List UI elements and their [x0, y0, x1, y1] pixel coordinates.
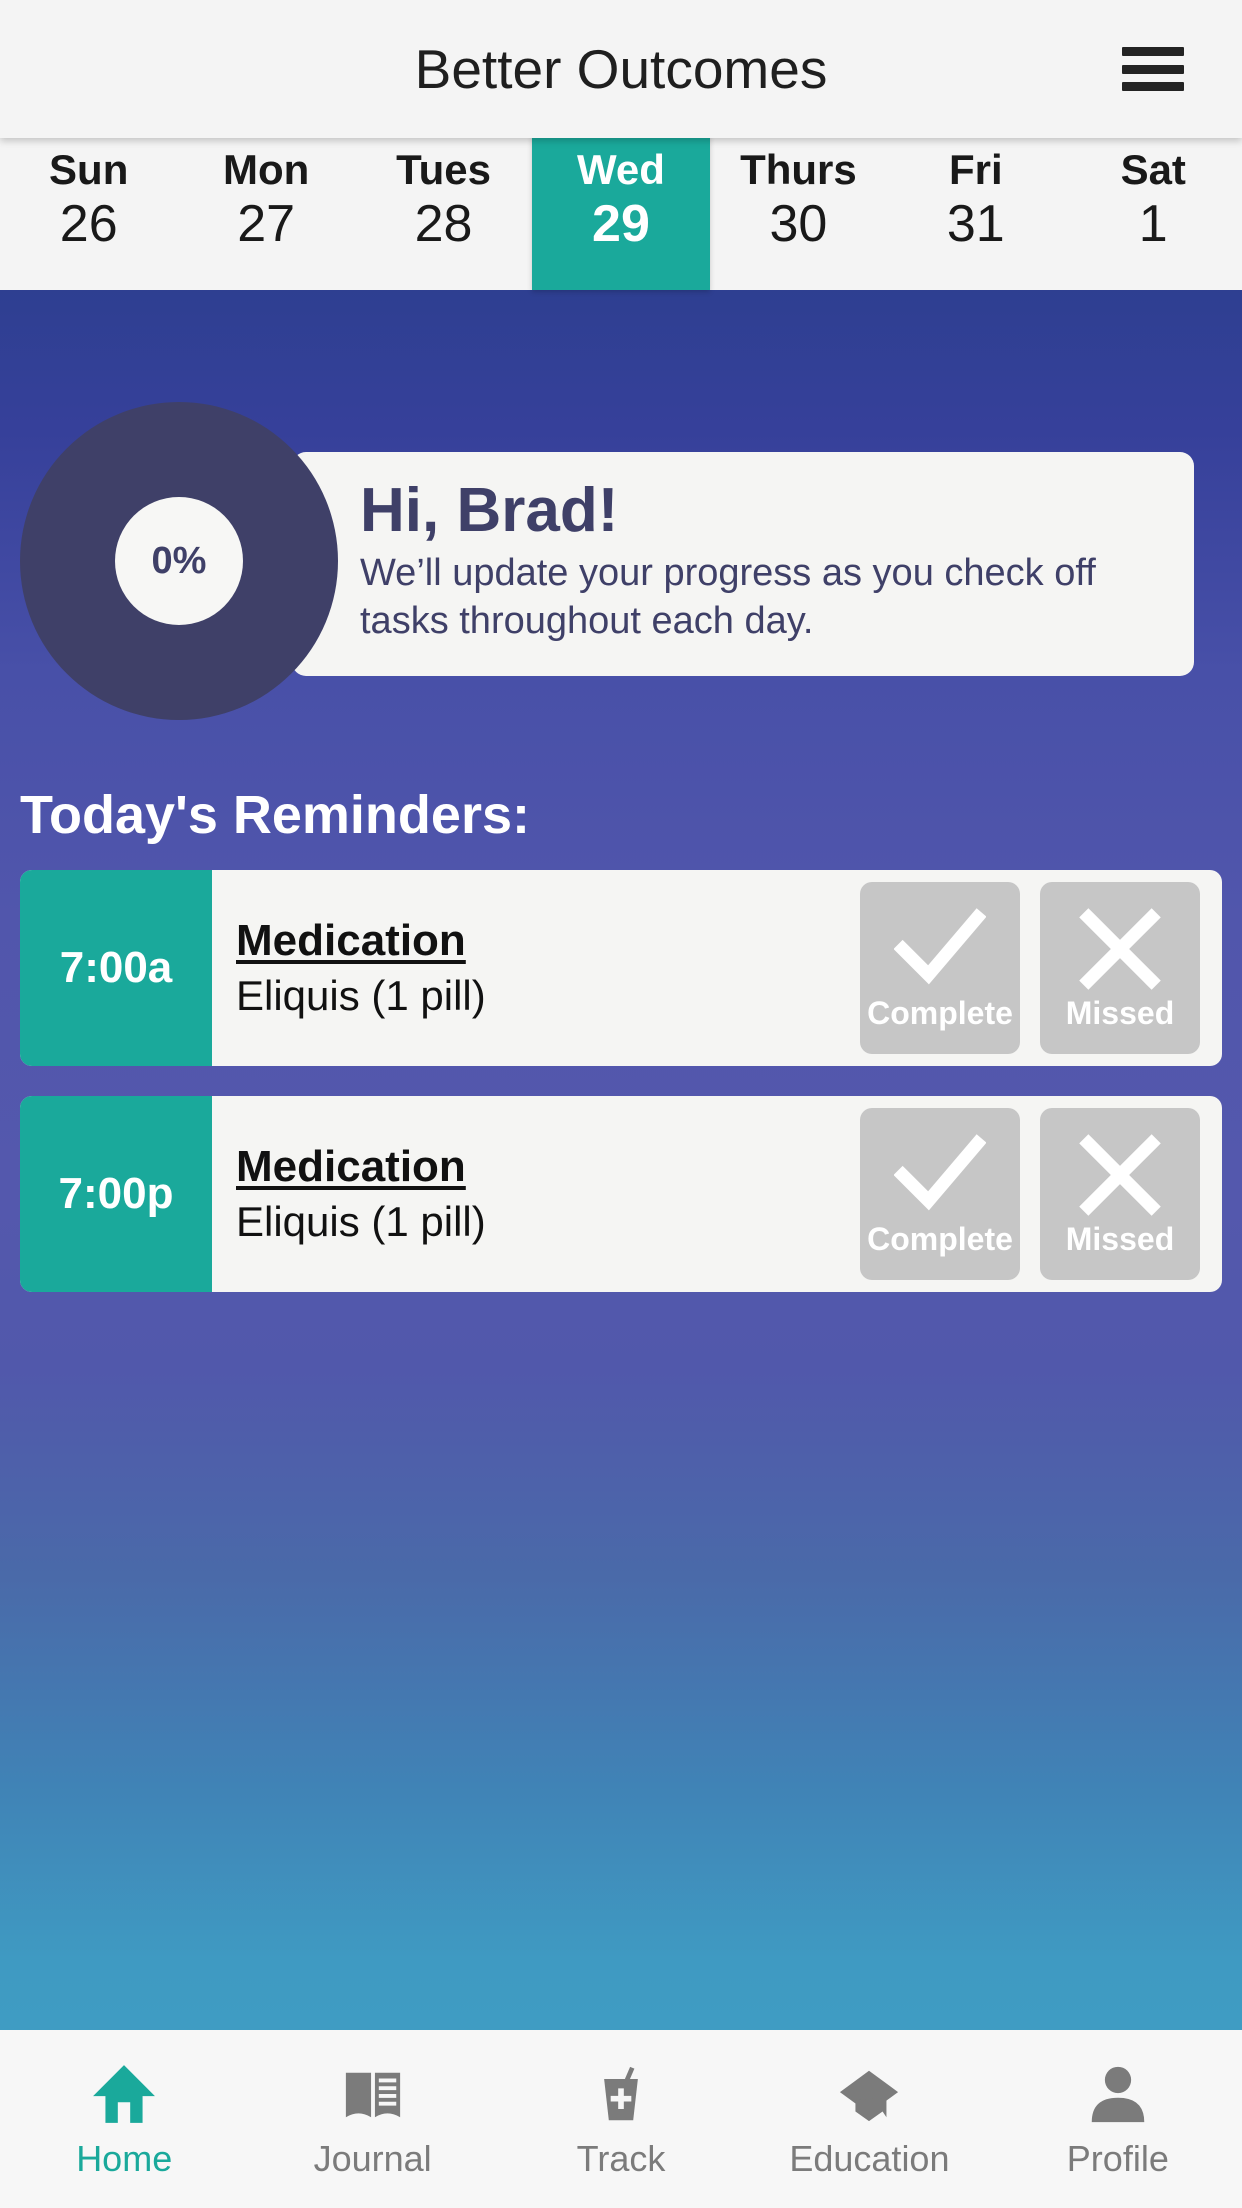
calendar-day-mon[interactable]: Mon 27	[177, 138, 354, 290]
progress-donut: 0%	[20, 402, 338, 720]
reminder-card: 7:00a Medication Eliquis (1 pill) Complete M…	[20, 870, 1222, 1066]
complete-label: Complete	[867, 994, 1013, 1031]
reminder-detail: Eliquis (1 pill)	[236, 1198, 486, 1245]
reminder-detail: Eliquis (1 pill)	[236, 972, 486, 1019]
reminders-list: 7:00a Medication Eliquis (1 pill) Complete M…	[0, 870, 1242, 1292]
nav-item-track[interactable]: Track	[497, 2058, 745, 2180]
nav-item-home[interactable]: Home	[0, 2058, 248, 2180]
reminder-info: Medication Eliquis (1 pill)	[212, 870, 860, 1066]
calendar-day-number: 26	[59, 195, 118, 254]
hamburger-menu-icon[interactable]	[1122, 47, 1184, 91]
calendar-day-name: Mon	[222, 146, 310, 193]
calendar-day-sat[interactable]: Sat 1	[1065, 138, 1242, 290]
missed-button[interactable]: Missed	[1040, 1108, 1200, 1280]
home-icon	[86, 2058, 162, 2130]
complete-button[interactable]: Complete	[860, 882, 1020, 1054]
page-title: Better Outcomes	[414, 38, 828, 100]
app-header: Better Outcomes	[0, 0, 1242, 138]
calendar-day-name: Sat	[1120, 146, 1186, 193]
bottom-navigation: Home Journal Track Education Profile	[0, 2030, 1242, 2208]
graduation-cap-icon	[831, 2058, 907, 2130]
greeting-title: Hi, Brad!	[360, 476, 619, 545]
reminders-heading: Today's Reminders:	[20, 785, 530, 845]
reminder-time: 7:00a	[20, 870, 212, 1066]
calendar-day-name: Fri	[948, 146, 1003, 193]
missed-label: Missed	[1065, 994, 1175, 1031]
calendar-day-name: Wed	[577, 146, 665, 193]
calendar-day-number: 31	[946, 195, 1005, 254]
reminder-type: Medication	[236, 1142, 466, 1191]
reminder-info: Medication Eliquis (1 pill)	[212, 1096, 860, 1292]
nav-label: Journal	[313, 2138, 432, 2179]
hamburger-bar	[1122, 64, 1184, 74]
calendar-day-number: 30	[769, 195, 828, 254]
main-content: Hi, Brad! We’ll update your progress as …	[0, 290, 1242, 2030]
nav-label: Track	[576, 2138, 666, 2179]
calendar-day-number: 27	[237, 195, 296, 254]
nav-label: Home	[76, 2138, 173, 2179]
nav-item-education[interactable]: Education	[745, 2058, 993, 2180]
progress-percent-label: 0%	[151, 539, 207, 582]
calendar-day-name: Tues	[396, 146, 492, 193]
progress-hero: Hi, Brad! We’ll update your progress as …	[0, 402, 1242, 732]
reminder-actions: Complete Missed	[860, 1096, 1222, 1292]
calendar-day-number: 29	[592, 195, 650, 254]
app-root: Better Outcomes Sun 26 Mon 27 Tues 28 Wed 29 Thu…	[0, 0, 1242, 2208]
x-icon	[1079, 1133, 1161, 1216]
reminder-actions: Complete Missed	[860, 870, 1222, 1066]
calendar-day-number: 1	[1138, 195, 1168, 254]
missed-button[interactable]: Missed	[1040, 882, 1200, 1054]
calendar-day-thurs[interactable]: Thurs 30	[710, 138, 887, 290]
check-icon	[894, 907, 986, 984]
complete-label: Complete	[867, 1220, 1013, 1257]
greeting-card: Hi, Brad! We’ll update your progress as …	[292, 452, 1194, 676]
x-icon	[1079, 907, 1161, 990]
calendar-day-name: Sun	[49, 146, 129, 193]
calendar-day-number: 28	[414, 195, 473, 254]
calendar-day-tues[interactable]: Tues 28	[355, 138, 532, 290]
reminder-time: 7:00p	[20, 1096, 212, 1292]
nav-item-profile[interactable]: Profile	[994, 2058, 1242, 2180]
hamburger-bar	[1122, 82, 1184, 91]
book-icon	[335, 2058, 411, 2130]
nav-label: Education	[789, 2138, 950, 2179]
hamburger-bar	[1122, 47, 1184, 56]
cup-plus-icon	[583, 2058, 659, 2130]
reminder-type: Medication	[236, 916, 466, 965]
reminder-card: 7:00p Medication Eliquis (1 pill) Complete M…	[20, 1096, 1222, 1292]
greeting-message: We’ll update your progress as you check …	[360, 552, 1096, 643]
nav-label: Profile	[1066, 2138, 1169, 2179]
check-icon	[894, 1133, 986, 1210]
calendar-day-wed[interactable]: Wed 29	[532, 120, 710, 290]
progress-donut-hole: 0%	[115, 497, 243, 625]
calendar-day-name: Thurs	[740, 146, 857, 193]
person-icon	[1080, 2058, 1156, 2130]
calendar-day-fri[interactable]: Fri 31	[887, 138, 1064, 290]
complete-button[interactable]: Complete	[860, 1108, 1020, 1280]
calendar-week-strip: Sun 26 Mon 27 Tues 28 Wed 29 Thurs 30 Fri 31 Sat 1	[0, 120, 1242, 290]
missed-label: Missed	[1065, 1220, 1175, 1257]
calendar-day-sun[interactable]: Sun 26	[0, 138, 177, 290]
nav-item-journal[interactable]: Journal	[248, 2058, 496, 2180]
